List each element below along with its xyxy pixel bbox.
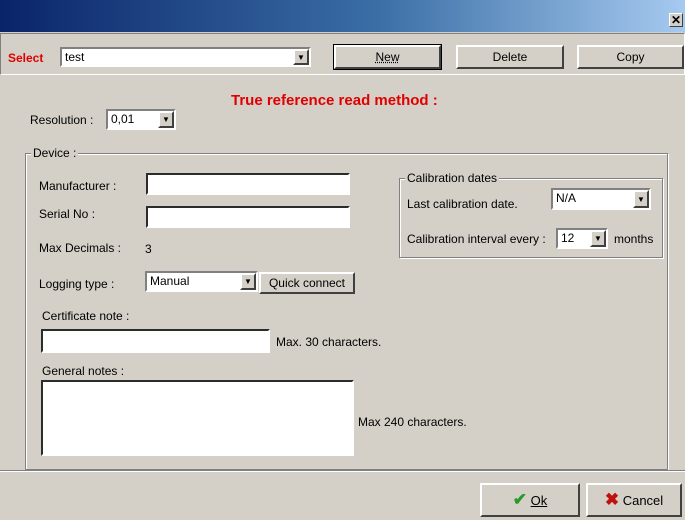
resolution-value: 0,01 <box>111 112 135 126</box>
certificate-field[interactable] <box>41 329 270 353</box>
chevron-down-icon[interactable]: ▼ <box>590 230 606 247</box>
cancel-button-label: Cancel <box>622 493 664 508</box>
delete-button-label: Delete <box>492 50 528 64</box>
select-value: test <box>65 50 85 64</box>
cancel-button[interactable]: ✖ Cancel <box>586 483 682 517</box>
new-button-label: New <box>375 50 400 64</box>
delete-button[interactable]: Delete <box>456 45 564 69</box>
calibration-interval-label: Calibration interval every : <box>407 232 546 246</box>
chevron-down-icon[interactable]: ▼ <box>240 273 256 290</box>
resolution-label: Resolution : <box>30 113 94 127</box>
window-titlebar <box>0 0 685 32</box>
copy-button-label: Copy <box>616 50 645 64</box>
select-combobox[interactable]: test ▼ <box>60 47 311 67</box>
close-button[interactable]: ✕ <box>669 13 683 27</box>
manufacturer-label: Manufacturer : <box>39 179 117 193</box>
device-legend: Device : <box>31 146 79 160</box>
ok-button-label: Ok <box>530 493 548 508</box>
certificate-hint: Max. 30 characters. <box>276 335 382 349</box>
resolution-combobox[interactable]: 0,01 ▼ <box>106 109 176 130</box>
quick-connect-button[interactable]: Quick connect <box>259 272 355 294</box>
notes-label: General notes : <box>42 364 125 378</box>
copy-button[interactable]: Copy <box>577 45 684 69</box>
logging-type-combobox[interactable]: Manual ▼ <box>145 271 258 292</box>
max-decimals-value: 3 <box>145 242 152 256</box>
cross-icon: ✖ <box>604 490 620 509</box>
select-label: Select <box>8 51 44 65</box>
page-title: True reference read method : <box>231 92 438 109</box>
calibration-interval-unit: months <box>614 232 654 246</box>
calibration-legend: Calibration dates <box>405 171 500 185</box>
chevron-down-icon[interactable]: ▼ <box>633 190 649 208</box>
calibration-interval-value: 12 <box>561 231 575 245</box>
ok-button[interactable]: ✔ Ok <box>480 483 580 517</box>
last-calibration-combobox[interactable]: N/A ▼ <box>551 188 651 210</box>
serial-label: Serial No : <box>39 207 96 221</box>
last-calibration-value: N/A <box>556 191 577 205</box>
certificate-label: Certificate note : <box>42 309 130 323</box>
quick-connect-label: Quick connect <box>268 276 346 290</box>
close-icon: ✕ <box>670 13 682 27</box>
last-calibration-label: Last calibration date. <box>407 197 518 211</box>
footer-divider <box>0 470 685 472</box>
manufacturer-field[interactable] <box>146 173 350 195</box>
logging-type-label: Logging type : <box>39 277 115 291</box>
chevron-down-icon[interactable]: ▼ <box>158 111 174 128</box>
chevron-down-icon[interactable]: ▼ <box>293 49 309 65</box>
serial-field[interactable] <box>146 206 350 228</box>
max-decimals-label: Max Decimals : <box>39 241 122 255</box>
logging-type-value: Manual <box>150 274 190 288</box>
notes-textarea[interactable] <box>41 380 354 456</box>
notes-hint: Max 240 characters. <box>358 415 467 429</box>
new-button[interactable]: New <box>333 44 442 70</box>
calibration-interval-combobox[interactable]: 12 ▼ <box>556 228 608 249</box>
checkmark-icon: ✔ <box>512 490 527 509</box>
